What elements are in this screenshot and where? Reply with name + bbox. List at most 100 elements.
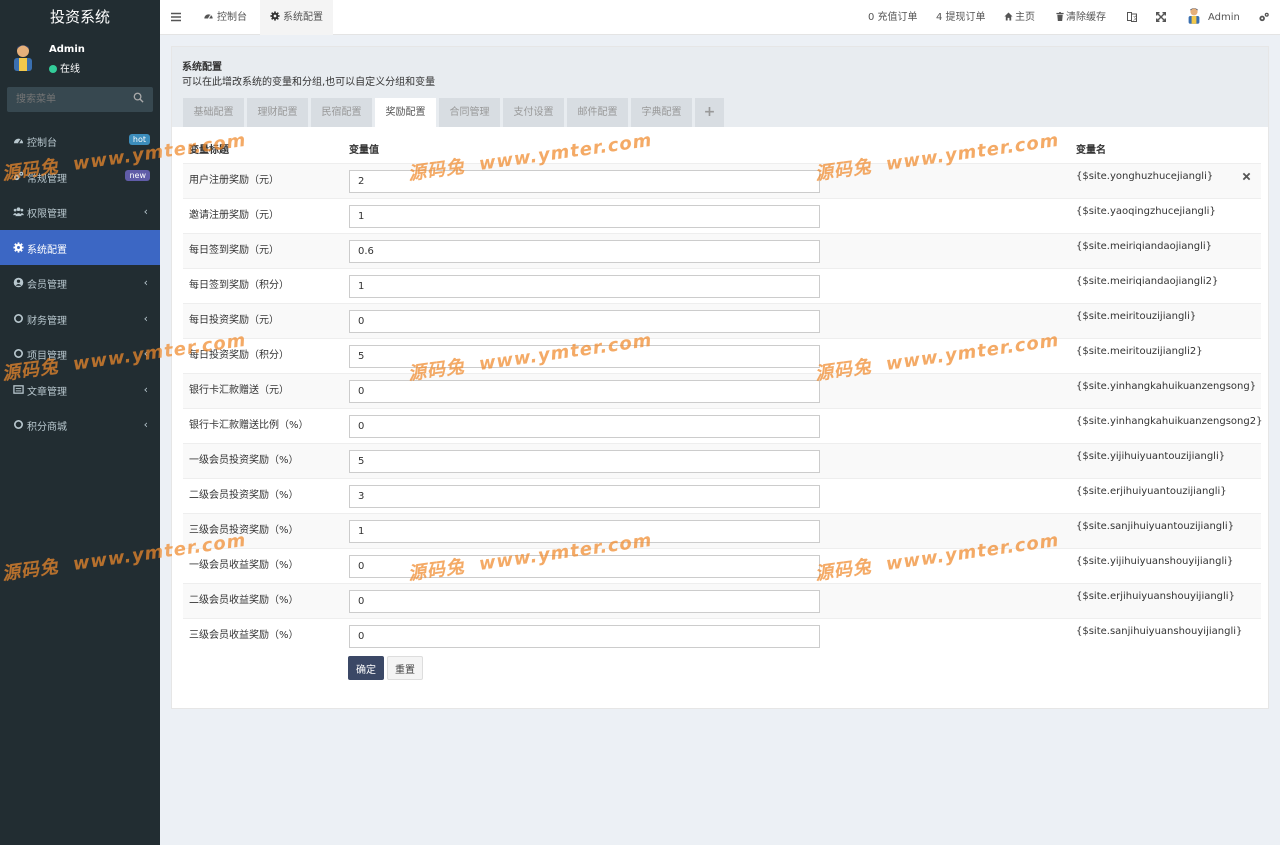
table-row: 三级会员投资奖励（%） {$site.sanjihuiyuantouzijiang… [183,513,1261,548]
table-row: 每日投资奖励（元） {$site.meiritouzijiangli} [183,303,1261,338]
user-circle-icon [13,277,24,288]
variable-value-input[interactable] [349,345,820,368]
menu-toggle-icon[interactable] [170,11,182,23]
variable-value-input[interactable] [349,590,820,613]
variable-value-input[interactable] [349,555,820,578]
sidebar-item-general[interactable]: 常规管理 new [0,159,160,195]
language-icon[interactable]: 文 [1127,12,1137,22]
tab-payment-settings[interactable]: 支付设置 [503,98,564,127]
variable-name: {$site.yinhangkahuikuanzengsong2} [1076,416,1263,427]
variable-value-input[interactable] [349,240,820,263]
variable-value-input[interactable] [349,205,820,228]
sidebar-item-projects[interactable]: 项目管理 ‹ [0,336,160,372]
sidebar-item-members[interactable]: 会员管理 ‹ [0,265,160,301]
chevron-left-icon: ‹ [143,311,148,325]
variable-name: {$site.sanjihuiyuanshouyijiangli} [1076,626,1243,637]
reset-button[interactable]: 重置 [387,656,423,680]
search-icon[interactable] [133,92,144,103]
sidebar-item-system-config[interactable]: 系统配置 [0,229,160,265]
variable-title: 每日签到奖励（元） [189,245,279,256]
add-tab-button[interactable]: + [695,98,724,127]
sidebar-item-dashboard[interactable]: 控制台 hot [0,123,160,159]
variable-value-input[interactable] [349,275,820,298]
tab-dictionary-config[interactable]: 字典配置 [631,98,692,127]
column-header-name: 变量名 [1076,145,1106,156]
variable-value-input[interactable] [349,520,820,543]
user-name: Admin [49,44,85,55]
user-menu[interactable]: Admin [1186,0,1240,35]
variable-value-input[interactable] [349,625,820,648]
variable-name: {$site.meiritouzijiangli2} [1076,346,1203,357]
home-label: 主页 [1015,12,1035,23]
sidebar: 投资系统 Admin 在线 控制台 hot 常规管理 new 权限管理 ‹ [0,0,160,845]
variable-title: 每日投资奖励（积分） [189,350,289,361]
column-header-title: 变量标题 [189,145,229,156]
app-logo[interactable]: 投资系统 [0,0,160,35]
menu-search-input[interactable] [7,87,127,112]
circle-icon [14,349,23,358]
tab-system-config[interactable]: 系统配置 [260,0,333,35]
delete-icon[interactable] [1242,172,1251,181]
withdraw-orders-link[interactable]: 4 提现订单 [936,0,986,35]
variable-name: {$site.meiriqiandaojiangli} [1076,241,1213,252]
variable-value-input[interactable] [349,310,820,333]
tab-reward-config[interactable]: 奖励配置 [375,98,436,127]
cogs-icon[interactable] [1258,12,1270,23]
config-panel: 系统配置 可以在此增改系统的变量和分组,也可以自定义分组和变量 基础配置 理财配… [171,46,1269,709]
table-row: 银行卡汇款赠送比例（%） {$site.yinhangkahuikuanzengs… [183,408,1263,443]
tab-label: 系统配置 [283,12,323,23]
fullscreen-icon[interactable] [1156,12,1166,22]
home-icon [1004,12,1013,21]
chevron-left-icon: ‹ [143,347,148,360]
chevron-left-icon: ‹ [143,418,148,431]
home-link[interactable]: 主页 [1004,0,1035,35]
variable-title: 每日投资奖励（元） [189,315,279,326]
variable-value-input[interactable] [349,450,820,473]
confirm-button[interactable]: 确定 [348,656,384,680]
tab-finance-config[interactable]: 理财配置 [247,98,308,127]
tab-contract-management[interactable]: 合同管理 [439,98,500,127]
variable-title: 二级会员投资奖励（%） [189,490,299,501]
tab-mail-config[interactable]: 邮件配置 [567,98,628,127]
variable-value-input[interactable] [349,170,820,193]
variable-name: {$site.meiriqiandaojiangli2} [1076,276,1219,287]
list-icon [13,384,24,394]
table-row: 银行卡汇款赠送（元） {$site.yinhangkahuikuanzengson… [183,373,1261,408]
variable-value-input[interactable] [349,415,820,438]
recharge-orders-link[interactable]: 0 充值订单 [868,0,918,35]
circle-icon [14,313,23,323]
variable-value-input[interactable] [349,485,820,508]
sidebar-item-label: 控制台 [27,138,57,149]
sidebar-item-articles[interactable]: 文章管理 ‹ [0,372,160,408]
chevron-left-icon: ‹ [143,382,148,396]
sidebar-item-permissions[interactable]: 权限管理 ‹ [0,194,160,230]
sidebar-item-points-mall[interactable]: 积分商城 ‹ [0,407,160,443]
variable-name: {$site.yijihuiyuantouzijiangli} [1076,451,1226,462]
tab-homestay-config[interactable]: 民宿配置 [311,98,372,127]
variable-title: 二级会员收益奖励（%） [189,595,299,606]
sidebar-item-label: 系统配置 [27,244,67,256]
variable-name: {$site.yijihuiyuanshouyijiangli} [1076,556,1234,567]
variable-title: 邀请注册奖励（元） [189,210,279,221]
sidebar-item-finance[interactable]: 财务管理 ‹ [0,301,160,337]
table-row: 一级会员投资奖励（%） {$site.yijihuiyuantouzijiangl… [183,443,1261,478]
cogs-icon [13,171,24,180]
chevron-left-icon: ‹ [143,205,148,218]
variable-title: 每日签到奖励（积分） [189,280,289,291]
variable-title: 一级会员收益奖励（%） [189,560,299,571]
table-row: 邀请注册奖励（元） {$site.yaoqingzhucejiangli} [183,198,1261,233]
table-row: 每日签到奖励（积分） {$site.meiriqiandaojiangli2} [183,268,1261,303]
group-icon [13,207,24,217]
gear-icon [270,11,280,21]
sidebar-item-label: 权限管理 [27,209,67,220]
table-row: 每日签到奖励（元） {$site.meiriqiandaojiangli} [183,233,1261,268]
variable-name: {$site.sanjihuiyuantouzijiangli} [1076,521,1235,532]
tab-label: 控制台 [217,12,247,23]
variable-value-input[interactable] [349,380,820,403]
clear-cache-button[interactable]: 清除缓存 [1056,0,1106,35]
dashboard-icon [13,138,24,144]
chevron-left-icon: ‹ [143,276,148,289]
variable-name: {$site.erjihuiyuantouzijiangli} [1076,486,1227,497]
tab-basic-config[interactable]: 基础配置 [183,98,244,127]
tab-dashboard[interactable]: 控制台 [193,0,257,35]
